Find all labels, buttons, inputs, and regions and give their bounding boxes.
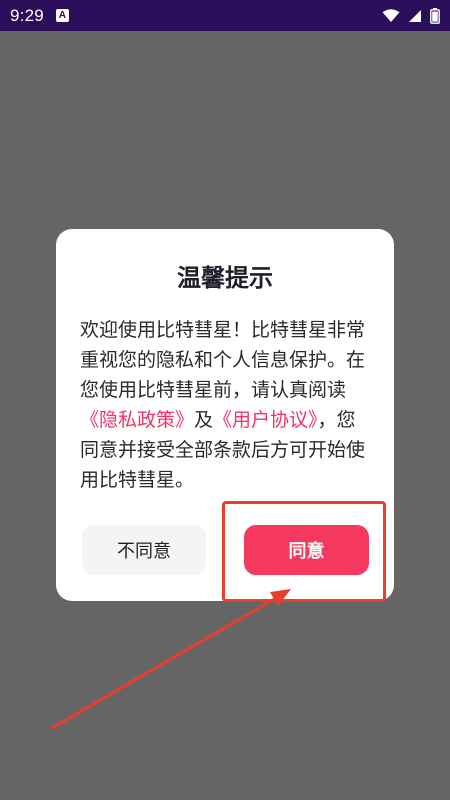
screen: 9:29 A 温馨提示 欢迎使用比特彗星！比特彗星非常重视您的隐私和个人信息保护…	[0, 0, 450, 800]
dialog-body-text-1: 欢迎使用比特彗星！比特彗星非常重视您的隐私和个人信息保护。在您使用比特彗星前，请…	[80, 319, 366, 401]
signal-icon	[408, 9, 422, 23]
disagree-button[interactable]: 不同意	[82, 525, 206, 575]
status-bar: 9:29 A	[0, 0, 450, 31]
dialog-title: 温馨提示	[177, 264, 273, 292]
privacy-policy-link[interactable]: 《隐私政策》	[80, 409, 194, 431]
notification-a-icon: A	[55, 9, 69, 22]
user-agreement-link[interactable]: 《用户协议》	[213, 409, 318, 431]
dialog-body: 欢迎使用比特彗星！比特彗星非常重视您的隐私和个人信息保护。在您使用比特彗星前，请…	[80, 315, 370, 495]
status-time: 9:29	[10, 5, 44, 25]
battery-icon	[430, 7, 440, 24]
agree-button[interactable]: 同意	[244, 525, 369, 575]
dialog-body-text-2: 及	[194, 409, 214, 431]
wifi-icon	[382, 8, 400, 23]
status-icons	[382, 7, 440, 24]
